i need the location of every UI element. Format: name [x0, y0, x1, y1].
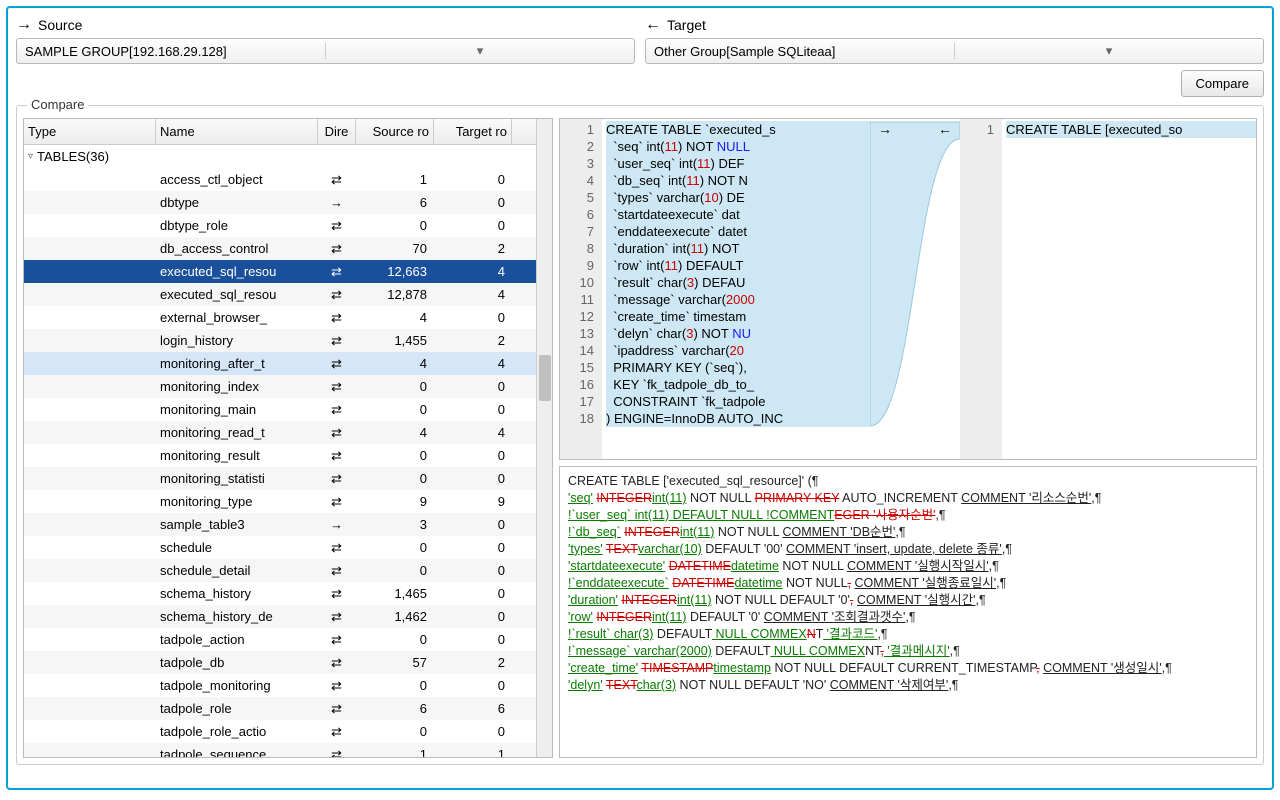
table-row[interactable]: executed_sql_resou⇄12,6634 [24, 260, 536, 283]
compare-legend: Compare [27, 97, 88, 112]
line-gutter: 1 [960, 119, 1002, 459]
compare-group: Compare Type Name Dire Source ro Target … [16, 105, 1264, 765]
table-row[interactable]: tadpole_role⇄66 [24, 697, 536, 720]
push-right-icon[interactable]: → [878, 121, 892, 137]
source-sql-code: CREATE TABLE `executed_s `seq` int(11) N… [602, 119, 870, 459]
table-row[interactable]: tadpole_role_actio⇄00 [24, 720, 536, 743]
table-row[interactable]: monitoring_type⇄99 [24, 490, 536, 513]
sql-diff-panes: 123456789101112131415161718 CREATE TABLE… [559, 118, 1257, 460]
table-row[interactable]: dbtype→60 [24, 191, 536, 214]
col-name[interactable]: Name [156, 119, 318, 144]
table-row[interactable]: tadpole_sequence⇄11 [24, 743, 536, 757]
scrollbar-thumb[interactable] [539, 355, 551, 401]
app-window: → Source SAMPLE GROUP[192.168.29.128] ▾ … [6, 6, 1274, 790]
table-row[interactable]: schema_history⇄1,4650 [24, 582, 536, 605]
tree-root-row[interactable]: ▿TABLES(36) [24, 145, 536, 168]
table-row[interactable]: monitoring_index⇄00 [24, 375, 536, 398]
col-tgt[interactable]: Target ro [434, 119, 512, 144]
table-row[interactable]: tadpole_monitoring⇄00 [24, 674, 536, 697]
table-row[interactable]: access_ctl_object⇄10 [24, 168, 536, 191]
target-combo-value: Other Group[Sample SQLiteaa] [650, 44, 954, 59]
table-row[interactable]: monitoring_statisti⇄00 [24, 467, 536, 490]
table-row[interactable]: schema_history_de⇄1,4620 [24, 605, 536, 628]
diff-gutter: → ← [870, 119, 960, 459]
table-row[interactable]: monitoring_read_t⇄44 [24, 421, 536, 444]
target-label: ← Target [645, 16, 1264, 34]
table-row[interactable]: tadpole_db⇄572 [24, 651, 536, 674]
source-label: → Source [16, 16, 635, 34]
table-row[interactable]: schedule_detail⇄00 [24, 559, 536, 582]
merged-diff-text[interactable]: CREATE TABLE ['executed_sql_resource]' (… [559, 466, 1257, 758]
compare-button[interactable]: Compare [1181, 70, 1264, 97]
chevron-down-icon[interactable]: ▾ [954, 43, 1259, 59]
expand-icon[interactable]: ▿ [28, 151, 33, 162]
col-type[interactable]: Type [24, 119, 156, 144]
table-row[interactable]: dbtype_role⇄00 [24, 214, 536, 237]
source-sql-pane[interactable]: 123456789101112131415161718 CREATE TABLE… [560, 119, 870, 459]
object-table: Type Name Dire Source ro Target ro ▿TABL… [23, 118, 553, 758]
line-gutter: 123456789101112131415161718 [560, 119, 602, 459]
table-row[interactable]: schedule⇄00 [24, 536, 536, 559]
table-row[interactable]: executed_sql_resou⇄12,8784 [24, 283, 536, 306]
col-dir[interactable]: Dire [318, 119, 356, 144]
table-row[interactable]: monitoring_after_t⇄44 [24, 352, 536, 375]
table-row[interactable]: monitoring_result⇄00 [24, 444, 536, 467]
col-src[interactable]: Source ro [356, 119, 434, 144]
table-scroll[interactable]: Type Name Dire Source ro Target ro ▿TABL… [24, 119, 536, 757]
target-sql-code: CREATE TABLE [executed_so [1002, 119, 1256, 459]
table-row[interactable]: db_access_control⇄702 [24, 237, 536, 260]
connection-row: → Source SAMPLE GROUP[192.168.29.128] ▾ … [16, 16, 1264, 64]
source-combo-value: SAMPLE GROUP[192.168.29.128] [21, 44, 325, 59]
chevron-down-icon[interactable]: ▾ [325, 43, 630, 59]
scrollbar[interactable] [536, 119, 552, 757]
source-combo[interactable]: SAMPLE GROUP[192.168.29.128] ▾ [16, 38, 635, 64]
table-row[interactable]: login_history⇄1,4552 [24, 329, 536, 352]
target-combo[interactable]: Other Group[Sample SQLiteaa] ▾ [645, 38, 1264, 64]
target-sql-pane[interactable]: 1 CREATE TABLE [executed_so [960, 119, 1256, 459]
push-left-icon[interactable]: ← [938, 121, 952, 137]
table-row[interactable]: external_browser_⇄40 [24, 306, 536, 329]
table-row[interactable]: sample_table3→30 [24, 513, 536, 536]
table-row[interactable]: monitoring_main⇄00 [24, 398, 536, 421]
table-row[interactable]: tadpole_action⇄00 [24, 628, 536, 651]
table-header: Type Name Dire Source ro Target ro [24, 119, 536, 145]
arrow-left-icon: ← [645, 16, 661, 34]
arrow-right-icon: → [16, 16, 32, 34]
